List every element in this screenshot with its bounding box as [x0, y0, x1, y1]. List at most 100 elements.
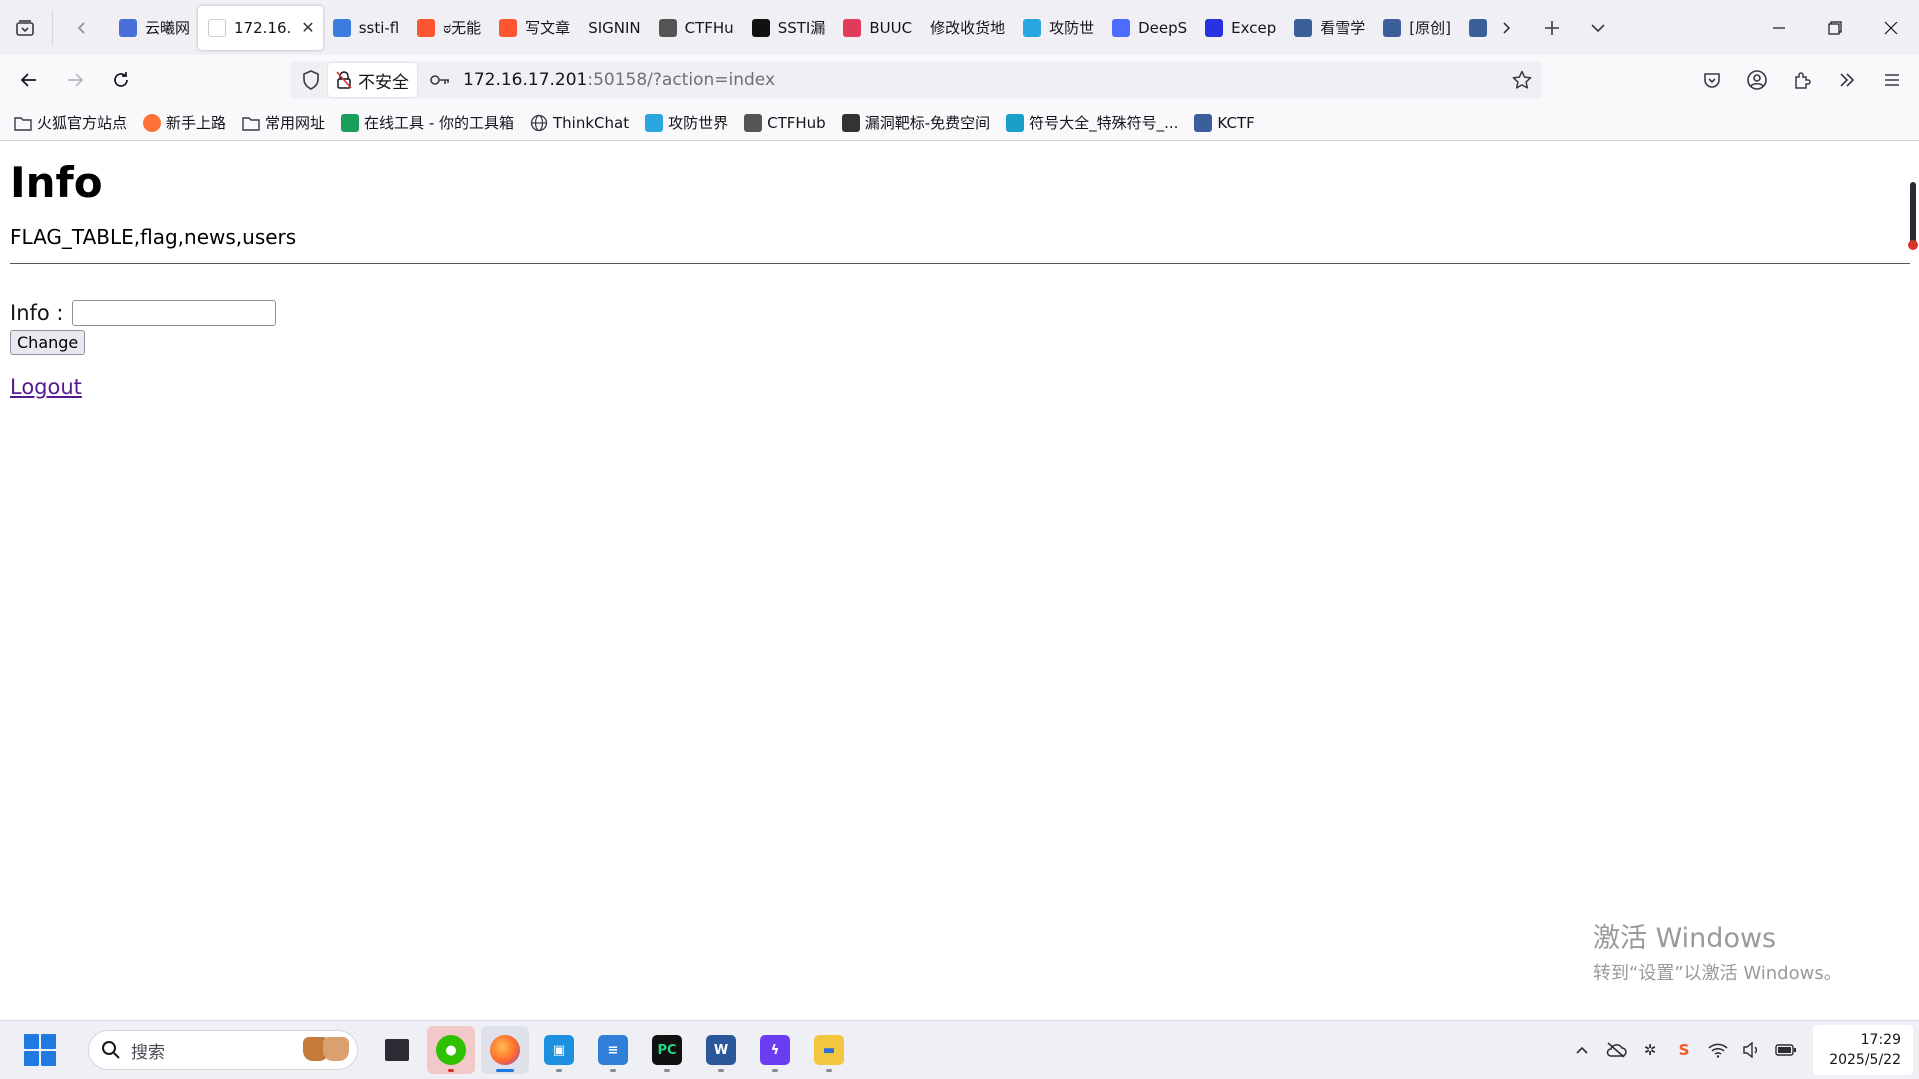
clock-date: 2025/5/22 — [1829, 1052, 1901, 1068]
tab-label: 云曦网 — [145, 19, 191, 37]
new-tab-icon[interactable] — [1533, 9, 1571, 47]
pycharm-icon[interactable]: PC — [643, 1026, 691, 1074]
close-icon[interactable] — [1863, 0, 1919, 55]
tab-label: 写文章 — [525, 19, 571, 37]
bookmark-label: CTFHub — [767, 113, 826, 132]
bookmark-item[interactable]: 攻防世界 — [645, 112, 728, 133]
firefox-icon[interactable] — [481, 1026, 529, 1074]
activation-title: 激活 Windows — [1593, 923, 1777, 954]
input-method-icon[interactable]: ✲ — [1635, 1035, 1665, 1065]
tab-label: ಠ无能 — [443, 19, 482, 37]
web-page: Info FLAG_TABLE,flag,news,users Info : C… — [0, 142, 1919, 1020]
tracking-shield-icon[interactable] — [294, 61, 328, 99]
tab-12[interactable]: Excep — [1195, 6, 1284, 50]
tab-5[interactable]: SIGNIN — [578, 6, 648, 50]
browser-window: 云曦网 172.16. ✕ ssti-fl ಠ无能 写文章 SIGNIN CTFHu SSTI漏… — [0, 0, 1919, 1020]
divider — [52, 9, 53, 46]
bookmark-label: 漏洞靶标-免费空间 — [864, 114, 991, 132]
bookmark-star-icon[interactable] — [1512, 70, 1532, 94]
minimize-icon[interactable] — [1751, 0, 1807, 55]
url-text[interactable]: 172.16.17.201:50158/?action=index — [463, 70, 775, 90]
wifi-icon[interactable] — [1703, 1035, 1733, 1065]
search-highlight-image — [303, 1037, 349, 1061]
chevron-down-icon[interactable] — [1579, 9, 1617, 47]
tab-close-icon[interactable]: ✕ — [301, 18, 314, 37]
tab-8[interactable]: BUUC — [833, 6, 920, 50]
tab-label: BUUC — [869, 18, 913, 37]
back-arrow-icon[interactable] — [8, 59, 50, 101]
menu-icon[interactable] — [1871, 59, 1913, 101]
volume-icon[interactable] — [1737, 1035, 1767, 1065]
windows-activation-watermark: 激活 Windows 转到“设置”以激活 Windows。 — [1593, 916, 1842, 985]
bookmark-item[interactable]: 常用网址 — [242, 112, 325, 133]
insecure-indicator[interactable]: 不安全 — [328, 63, 417, 97]
tab-15[interactable] — [1459, 6, 1487, 50]
tab-label: 修改收货地 — [930, 19, 1006, 37]
battery-icon[interactable] — [1771, 1035, 1801, 1065]
tab-10[interactable]: 攻防世 — [1013, 6, 1102, 50]
chevron-left-icon[interactable] — [63, 9, 101, 47]
bookmark-item[interactable]: 符号大全_特殊符号_... — [1006, 112, 1178, 133]
key-icon[interactable] — [423, 74, 457, 86]
cloud-offline-icon[interactable] — [1601, 1035, 1631, 1065]
change-button[interactable]: Change — [10, 330, 86, 355]
page-scrollbar[interactable] — [1908, 182, 1918, 250]
tab-13[interactable]: 看雪学 — [1284, 6, 1373, 50]
tab-0[interactable]: 云曦网 — [109, 6, 198, 50]
bookmark-item[interactable]: KCTF — [1194, 113, 1255, 132]
ctfhub-icon — [744, 113, 763, 132]
tab-2[interactable]: ssti-fl — [323, 6, 408, 50]
chevron-right-icon[interactable] — [1487, 9, 1525, 47]
tab-11[interactable]: DeepS — [1102, 6, 1195, 50]
reload-icon[interactable] — [100, 59, 142, 101]
notepad-icon[interactable]: ≡ — [589, 1026, 637, 1074]
folder-icon — [14, 114, 32, 132]
tab-label: ssti-fl — [358, 18, 400, 37]
account-icon[interactable] — [1736, 59, 1778, 101]
burp-icon[interactable]: ϟ — [751, 1026, 799, 1074]
tab-7[interactable]: SSTI漏 — [742, 6, 834, 50]
pocket-icon[interactable] — [1691, 59, 1733, 101]
insecure-lock-icon — [336, 71, 352, 89]
bookmark-item[interactable]: 在线工具 - 你的工具箱 — [341, 112, 514, 133]
taskbar-search[interactable]: 搜索 — [88, 1030, 358, 1070]
page-content: Info FLAG_TABLE,flag,news,users Info : C… — [0, 142, 1919, 407]
bookmark-item[interactable]: 漏洞靶标-免费空间 — [841, 112, 991, 133]
forward-arrow-icon[interactable] — [54, 59, 96, 101]
buuctf-favicon-icon — [843, 18, 862, 37]
bookmark-item[interactable]: 新手上路 — [143, 112, 226, 133]
tab-6[interactable]: CTFHu — [649, 6, 742, 50]
bookmark-item[interactable]: CTFHub — [744, 113, 826, 132]
word-icon[interactable]: W — [697, 1026, 745, 1074]
url-bar[interactable]: 不安全 172.16.17.201:50158/?action=index — [290, 61, 1542, 99]
bookmark-item[interactable]: ThinkChat — [530, 114, 629, 132]
restore-icon[interactable] — [1807, 0, 1863, 55]
bookmarks-toolbar: 火狐官方站点 新手上路 常用网址 在线工具 - 你的工具箱 ThinkChat 攻防世界 C… — [0, 105, 1919, 141]
tab-14[interactable]: [原创] — [1373, 6, 1459, 50]
bookmark-item[interactable]: 火狐官方站点 — [14, 112, 127, 133]
tab-9[interactable]: 修改收货地 — [920, 6, 1013, 50]
chevron-up-icon[interactable] — [1567, 1035, 1597, 1065]
csdn-favicon-icon — [417, 18, 436, 37]
tab-list-icon[interactable] — [6, 9, 44, 47]
overflow-chevrons-icon[interactable] — [1826, 59, 1868, 101]
logout-link[interactable]: Logout — [10, 375, 82, 399]
taskbar-apps: ● ▣ ≡ PC W ϟ ▬ — [370, 1026, 856, 1074]
activation-subtitle: 转到“设置”以激活 Windows。 — [1593, 963, 1842, 984]
sogou-icon[interactable]: S — [1669, 1035, 1699, 1065]
task-view-icon[interactable] — [373, 1026, 421, 1074]
windows-start-icon[interactable] — [24, 1034, 56, 1066]
remote-desktop-icon[interactable]: ▣ — [535, 1026, 583, 1074]
extensions-icon[interactable] — [1781, 59, 1823, 101]
tab-label: 172.16. — [234, 18, 292, 37]
adworld-icon — [645, 113, 664, 132]
tab-3[interactable]: ಠ无能 — [407, 6, 489, 50]
info-input[interactable] — [71, 300, 276, 326]
bookmark-label: KCTF — [1217, 113, 1255, 132]
tables-list: FLAG_TABLE,flag,news,users — [10, 225, 297, 249]
tab-1[interactable]: 172.16. ✕ — [198, 5, 323, 50]
system-clock[interactable]: 17:29 2025/5/22 — [1813, 1025, 1913, 1075]
tab-4[interactable]: 写文章 — [489, 6, 578, 50]
wechat-icon[interactable]: ● — [427, 1026, 475, 1074]
file-explorer-icon[interactable]: ▬ — [805, 1026, 853, 1074]
